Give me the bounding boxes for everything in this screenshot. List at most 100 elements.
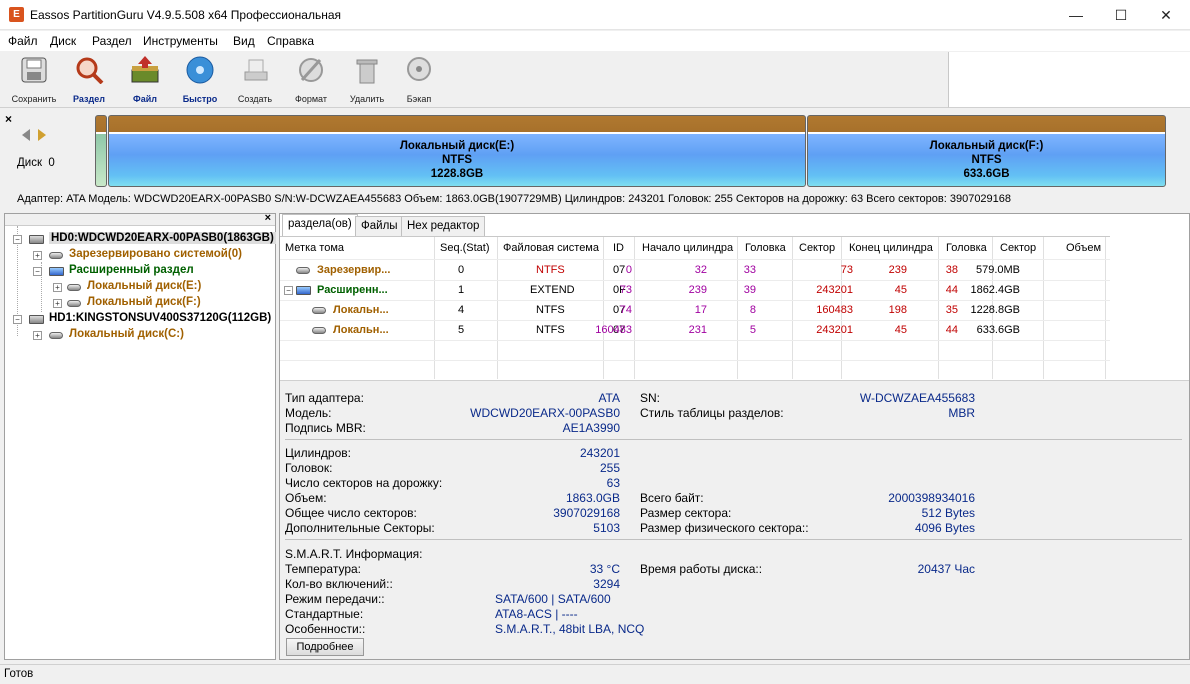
partition-table: Метка тома Seq.(Stat) Файловая система I… bbox=[280, 236, 1110, 379]
mbr-signature-value: AE1A3990 bbox=[562, 421, 620, 435]
tab-files[interactable]: Файлы bbox=[355, 216, 404, 236]
tree-item-c[interactable]: Локальный диск(C:) bbox=[69, 328, 184, 340]
transfer-mode-value: SATA/600 | SATA/600 bbox=[495, 592, 611, 606]
extended-partition-icon bbox=[296, 286, 311, 295]
disk-map-close-button[interactable]: × bbox=[5, 112, 12, 126]
col-header-fs[interactable]: Файловая система bbox=[503, 242, 599, 254]
tree-item-e[interactable]: Локальный диск(E:) bbox=[87, 280, 201, 292]
hard-disk-icon bbox=[29, 315, 44, 324]
drive-icon bbox=[49, 252, 63, 259]
drive-icon bbox=[67, 300, 81, 307]
expand-hd1[interactable]: − bbox=[13, 315, 22, 324]
drive-icon bbox=[296, 267, 310, 274]
cylinders-value: 243201 bbox=[579, 446, 620, 460]
partition-table-style-value: MBR bbox=[948, 406, 975, 420]
hard-disk-icon bbox=[29, 235, 44, 244]
menu-partition[interactable]: Раздел bbox=[92, 34, 132, 48]
heads-value: 255 bbox=[599, 461, 620, 475]
tab-partitions[interactable]: разделa(ов) bbox=[282, 214, 358, 237]
col-header-id[interactable]: ID bbox=[613, 242, 624, 254]
expand-c[interactable]: + bbox=[33, 331, 42, 340]
col-header-label[interactable]: Метка тома bbox=[285, 242, 344, 254]
col-header-start-sector[interactable]: Сектор bbox=[799, 242, 835, 254]
backup-button[interactable]: Бэкап bbox=[391, 56, 447, 106]
sectors-per-track-value: 63 bbox=[606, 476, 620, 490]
drive-icon bbox=[312, 307, 326, 314]
tree-item-f[interactable]: Локальный диск(F:) bbox=[87, 296, 201, 308]
standard-value: ATA8-ACS | ---- bbox=[495, 607, 578, 621]
serial-number-value: W-DCWZAEA455683 bbox=[859, 391, 975, 405]
tree-item-extended[interactable]: Расширенный раздел bbox=[69, 264, 194, 276]
drive-icon bbox=[67, 284, 81, 291]
total-sectors-value: 3907029168 bbox=[553, 506, 620, 520]
drive-icon bbox=[49, 332, 63, 339]
delete-button[interactable]: Удалить bbox=[339, 56, 395, 106]
minimize-button[interactable]: — bbox=[1053, 0, 1099, 30]
sector-size-value: 512 Bytes bbox=[921, 506, 975, 520]
adapter-type-value: ATA bbox=[598, 391, 620, 405]
window-title: Eassos PartitionGuru V4.9.5.508 x64 Проф… bbox=[30, 8, 342, 22]
col-header-size[interactable]: Объем bbox=[1066, 242, 1101, 254]
expand-extended-row[interactable]: − bbox=[284, 286, 293, 295]
disk-number-label: Диск 0 bbox=[17, 157, 55, 169]
format-button[interactable]: Формат bbox=[283, 56, 339, 106]
partition-bar-e[interactable]: Локальный диск(E:) NTFS 1228.8GB bbox=[108, 115, 806, 187]
disk-map: × Диск 0 Локальный диск(E:) NTFS 1228.8G… bbox=[0, 110, 1190, 190]
drive-icon bbox=[312, 327, 326, 334]
power-count-value: 3294 bbox=[593, 577, 620, 591]
partition-search-icon bbox=[74, 56, 104, 85]
tree-item-hd0[interactable]: HD0:WDCWD20EARX-00PASB0(1863GB) bbox=[49, 232, 276, 244]
prev-disk-icon[interactable] bbox=[22, 129, 30, 141]
col-header-start-head[interactable]: Головка bbox=[745, 242, 786, 254]
menu-help[interactable]: Справка bbox=[267, 34, 314, 48]
expand-e[interactable]: + bbox=[53, 283, 62, 292]
total-bytes-value: 2000398934016 bbox=[888, 491, 975, 505]
features-value: S.M.A.R.T., 48bit LBA, NCQ bbox=[495, 622, 645, 636]
file-recovery-button[interactable]: Файл bbox=[117, 56, 173, 106]
power-on-hours-value: 20437 Час bbox=[917, 562, 975, 576]
expand-hd0[interactable]: − bbox=[13, 235, 22, 244]
close-button[interactable]: ✕ bbox=[1143, 0, 1189, 30]
temperature-value: 33 °C bbox=[589, 562, 620, 576]
menu-view[interactable]: Вид bbox=[233, 34, 255, 48]
create-icon bbox=[240, 56, 270, 84]
expand-reserved[interactable]: + bbox=[33, 251, 42, 260]
disk-info-section: Тип адаптера: ATA Модель: WDCWD20EARX-00… bbox=[280, 380, 1189, 659]
col-header-end-sector[interactable]: Сектор bbox=[1000, 242, 1036, 254]
col-header-start-cyl[interactable]: Начало цилиндра bbox=[642, 242, 733, 254]
physical-sector-size-value: 4096 Bytes bbox=[914, 521, 975, 535]
menu-file[interactable]: Файл bbox=[8, 34, 38, 48]
tree-item-hd1[interactable]: HD1:KINGSTONSUV400S37120G(112GB) bbox=[49, 312, 271, 324]
menu-tools[interactable]: Инструменты bbox=[143, 34, 218, 48]
tree-close-button[interactable]: × bbox=[265, 212, 271, 224]
save-icon bbox=[19, 56, 49, 84]
quick-icon bbox=[185, 56, 215, 84]
expand-extended[interactable]: − bbox=[33, 267, 42, 276]
col-header-seq[interactable]: Seq.(Stat) bbox=[440, 242, 490, 254]
delete-icon bbox=[352, 56, 382, 84]
capacity-value: 1863.0GB bbox=[565, 491, 620, 505]
disk-tree: × − HD0:WDCWD20EARX-00PASB0(1863GB) + За… bbox=[4, 212, 276, 660]
details-panel: разделa(ов) Файлы Hex редактор Метка том… bbox=[279, 213, 1190, 660]
tree-item-reserved[interactable]: Зарезервировано системой(0) bbox=[69, 248, 242, 260]
extra-sectors-value: 5103 bbox=[593, 521, 620, 535]
status-bar: Готов bbox=[0, 664, 1190, 684]
maximize-button[interactable]: ☐ bbox=[1098, 0, 1144, 30]
quick-button[interactable]: Быстро bbox=[172, 56, 228, 106]
next-disk-icon[interactable] bbox=[38, 129, 46, 141]
title-bar: E Eassos PartitionGuru V4.9.5.508 x64 Пр… bbox=[0, 0, 1190, 30]
file-recovery-icon bbox=[130, 56, 160, 84]
col-header-end-cyl[interactable]: Конец цилиндра bbox=[849, 242, 933, 254]
save-button[interactable]: Сохранить bbox=[6, 56, 62, 106]
more-details-button[interactable]: Подробнее bbox=[286, 638, 364, 656]
menu-bar: Файл Диск Раздел Инструменты Вид Справка bbox=[0, 31, 1190, 51]
toolbar: Сохранить Раздел Файл Быстро Создать Фор… bbox=[0, 52, 948, 108]
col-header-end-head[interactable]: Головка bbox=[946, 242, 987, 254]
partition-search-button[interactable]: Раздел bbox=[61, 56, 117, 106]
tab-hex-editor[interactable]: Hex редактор bbox=[401, 216, 486, 236]
expand-f[interactable]: + bbox=[53, 299, 62, 308]
menu-disk[interactable]: Диск bbox=[50, 34, 76, 48]
partition-bar-f[interactable]: Локальный диск(F:) NTFS 633.6GB bbox=[807, 115, 1166, 187]
create-button[interactable]: Создать bbox=[227, 56, 283, 106]
partition-bar-reserved[interactable] bbox=[95, 115, 107, 187]
